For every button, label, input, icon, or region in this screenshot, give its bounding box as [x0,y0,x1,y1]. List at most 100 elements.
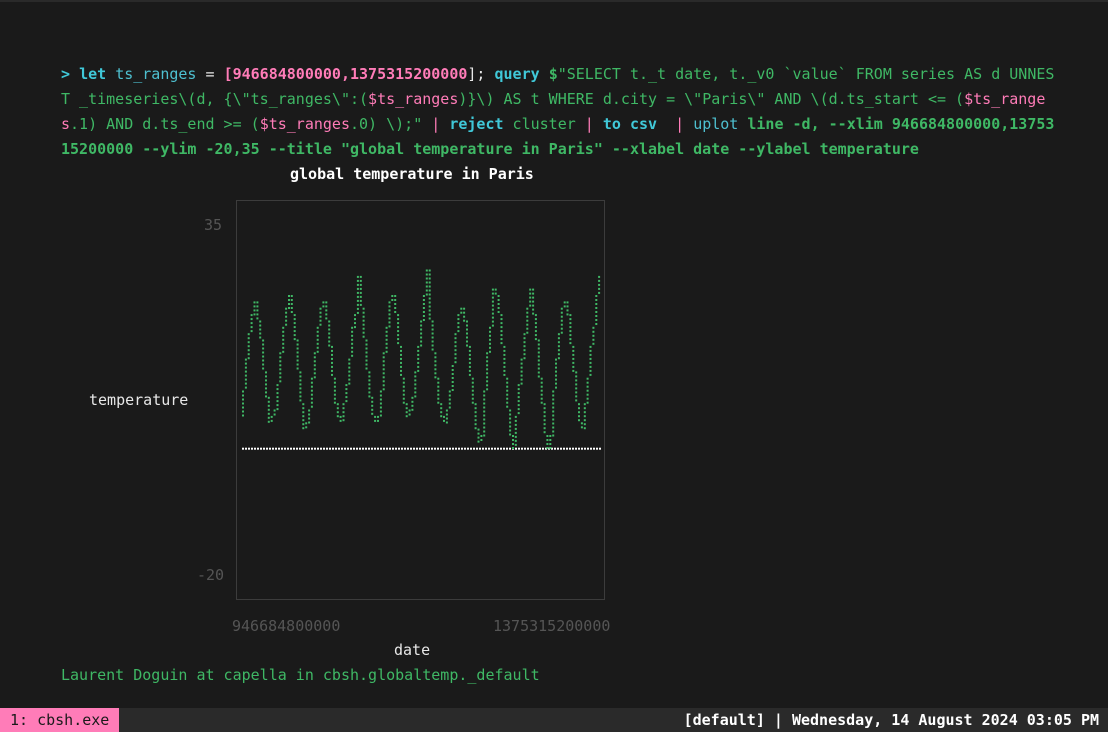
data-point [543,403,546,406]
zero-line-dot [530,447,532,450]
zero-line-dot [587,447,589,450]
data-point [486,388,489,391]
zero-line-dot [287,447,289,450]
zero-line-dot [440,447,442,450]
data-point [575,379,578,382]
data-point [552,398,555,401]
data-point [400,357,402,360]
data-point [523,341,526,344]
zero-line-dot [593,447,595,450]
data-point [336,411,339,414]
data-point [348,382,351,385]
data-point [578,403,580,406]
data-point [483,418,486,421]
data-point [351,330,354,333]
command-line[interactable]: > let ts_ranges = [946684800000,13753152… [61,62,1061,162]
data-point [578,411,580,414]
data-point [244,370,247,373]
data-point [402,401,405,404]
zero-line-dot [377,447,379,450]
data-point [313,368,316,371]
data-point [520,374,523,377]
data-point [397,314,400,317]
data-point [356,295,359,298]
data-point [279,376,282,379]
data-point [555,366,557,369]
zero-line-dot [257,447,259,450]
data-point [282,346,285,349]
data-point [451,373,454,375]
data-point [586,385,589,388]
zero-line-dot [416,447,418,450]
data-point [471,377,474,380]
data-point [267,420,270,423]
data-point [362,331,365,334]
data-point [348,370,351,373]
assign-operator: = [196,65,224,83]
data-point [440,407,443,410]
zero-line-dot [254,447,256,450]
data-point [514,435,517,438]
data-point [250,322,253,325]
data-point [589,345,592,348]
data-point [437,397,440,400]
zero-line-dot [398,447,400,450]
data-point [420,336,423,339]
data-point [448,398,451,401]
data-point [259,332,262,335]
zero-line-dot [302,447,304,450]
data-point [572,353,575,356]
data-point [425,289,428,292]
data-point [586,393,589,396]
tab-cbsh[interactable]: 1: cbsh.exe [0,708,120,732]
data-point [299,387,302,390]
data-point [267,408,270,411]
query-keyword: query [494,65,540,83]
data-point [405,407,408,410]
data-point [420,324,423,327]
data-point [543,415,546,418]
pipe-1: | [422,115,450,133]
data-point [437,389,440,392]
data-point [569,334,572,337]
zero-line-dot [290,447,292,450]
zero-line-dot [380,447,382,450]
data-point [331,365,333,368]
data-point [555,374,557,377]
data-point [517,404,520,407]
zero-line-dot [296,447,298,450]
data-point [356,299,359,302]
data-point [359,295,362,298]
data-point [517,408,520,411]
data-point [440,403,443,406]
data-point [308,413,311,416]
data-point [279,372,282,375]
data-point [425,273,428,276]
data-point [445,409,448,412]
data-point [532,288,535,291]
data-point [471,389,474,392]
datetime: Wednesday, 14 August 2024 03:05 PM [791,711,1099,729]
data-point [474,423,477,426]
data-point [425,269,428,272]
data-point [537,371,540,374]
data-point [267,396,270,399]
zero-line-dot [452,447,454,450]
data-point [253,301,256,304]
data-point [534,318,537,321]
data-point [422,311,425,313]
data-point [400,373,402,376]
data-point [282,350,285,353]
data-point [552,410,555,413]
data-point [557,337,560,340]
data-point [351,334,354,337]
data-point [244,386,247,389]
data-point [388,321,391,324]
data-point [560,315,563,318]
data-point [262,363,265,366]
data-point [489,342,491,345]
data-point [589,373,592,376]
data-point [313,360,316,363]
x-tick-label-min: 946684800000 [232,617,341,635]
data-point [552,394,555,397]
